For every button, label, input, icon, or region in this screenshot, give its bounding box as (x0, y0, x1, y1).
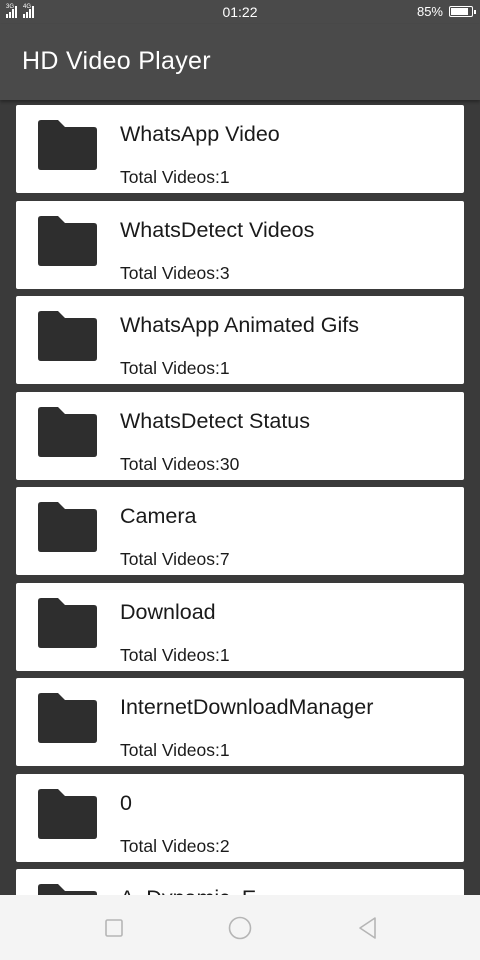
folder-name: 0 (120, 790, 132, 815)
folder-card[interactable]: A_Dynamic_E (16, 869, 464, 895)
battery-icon (449, 6, 476, 17)
folder-name: WhatsDetect Videos (120, 217, 315, 242)
back-button[interactable] (355, 915, 381, 941)
status-clock: 01:22 (222, 4, 258, 20)
square-icon (105, 919, 123, 937)
folder-card[interactable]: WhatsApp Animated Gifs Total Videos:1 (16, 296, 464, 384)
folder-icon (36, 883, 98, 895)
folder-icon (36, 310, 98, 362)
folder-name: Download (120, 599, 216, 624)
circle-icon (228, 916, 252, 940)
video-count: Total Videos:3 (120, 262, 230, 283)
folder-name: InternetDownloadManager (120, 695, 374, 719)
folder-card[interactable]: WhatsApp Video Total Videos:1 (16, 105, 464, 193)
home-button[interactable] (227, 915, 253, 941)
folder-name: WhatsApp Animated Gifs (120, 313, 359, 337)
folder-card[interactable]: 0 Total Videos:2 (16, 773, 464, 862)
folder-name: A_Dynamic_E (120, 886, 256, 895)
video-count: Total Videos:1 (120, 740, 230, 760)
folder-card[interactable]: Download Total Videos:1 (16, 582, 464, 671)
folder-name: WhatsDetect Status (120, 408, 310, 433)
folder-list[interactable]: WhatsApp Video Total Videos:1 WhatsDetect … (0, 100, 480, 895)
recent-apps-button[interactable] (101, 915, 127, 941)
triangle-back-icon (359, 917, 376, 939)
folder-icon (36, 501, 98, 553)
folder-card[interactable]: WhatsDetect Videos Total Videos:3 (16, 200, 464, 289)
video-count: Total Videos:2 (120, 835, 230, 856)
status-bar: 3G 4G 01:22 85% (0, 0, 480, 24)
video-count: Total Videos:7 (120, 549, 230, 569)
folder-icon (36, 788, 98, 840)
folder-name: WhatsApp Video (120, 122, 280, 146)
app-title: HD Video Player (22, 47, 211, 75)
battery-percent: 85% (416, 4, 443, 19)
folder-icon (36, 215, 98, 267)
app-bar: HD Video Player (0, 24, 480, 100)
folder-card[interactable]: Camera Total Videos:7 (16, 487, 464, 575)
folder-card[interactable]: WhatsDetect Status Total Videos:30 (16, 391, 464, 480)
video-count: Total Videos:1 (120, 358, 230, 378)
video-count: Total Videos:1 (120, 644, 230, 665)
folder-icon (36, 119, 98, 171)
video-count: Total Videos:30 (120, 453, 240, 474)
navigation-bar (0, 895, 480, 960)
video-count: Total Videos:1 (120, 167, 230, 187)
folder-name: Camera (120, 504, 197, 528)
folder-card[interactable]: InternetDownloadManager Total Videos:1 (16, 678, 464, 766)
folder-icon (36, 692, 98, 744)
folder-icon (36, 406, 98, 458)
folder-icon (36, 597, 98, 649)
